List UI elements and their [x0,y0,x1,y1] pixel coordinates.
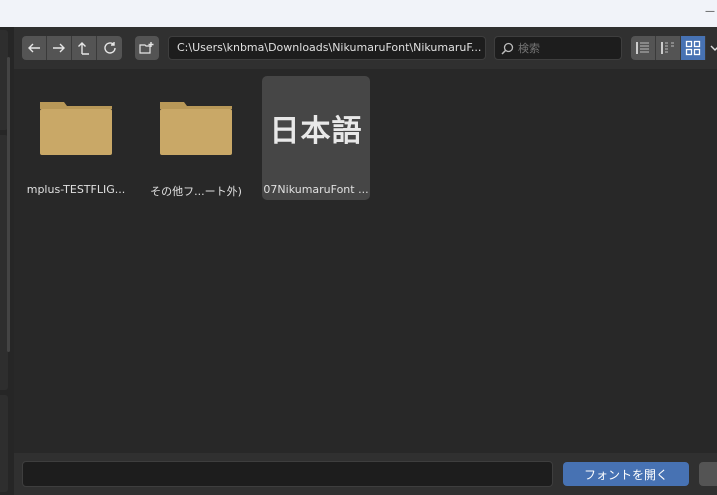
font-preview-text: 日本語 [269,114,363,149]
file-tile-font[interactable]: 日本語 07NikumaruFont ... [262,76,370,200]
file-label: mplus-TESTFLIG... [26,183,126,196]
search-icon [501,42,514,55]
arrow-left-icon [28,43,40,53]
navigation-button-group [22,36,122,60]
refresh-button[interactable] [97,36,122,60]
font-preview-thumbnail: 日本語 [262,76,370,180]
chevron-down-icon [710,45,717,51]
horizontal-list-icon [661,42,674,54]
horizontal-list-view-button[interactable] [656,36,681,60]
window-control-icon[interactable]: — [705,6,715,17]
file-browser-footer: フォントを開く [14,453,717,495]
display-settings-dropdown[interactable] [710,36,717,60]
file-label: 07NikumaruFont ... [263,183,369,196]
file-tile-folder[interactable]: その他フ...ート外) [142,76,250,200]
folder-icon [160,102,232,155]
forward-button[interactable] [47,36,72,60]
arrow-up-icon [78,42,89,55]
thumbnail-view-button[interactable] [681,36,706,60]
file-grid: mplus-TESTFLIG... その他フ...ート外) 日本語 07Niku… [14,69,717,453]
directory-path-field[interactable]: C:\Users\knbma\Downloads\NikumaruFont\Ni… [168,36,486,60]
back-button[interactable] [22,36,47,60]
arrow-right-icon [53,43,65,53]
filename-input[interactable] [23,462,552,486]
tile-thumbnail [22,76,130,180]
left-panel-scrollbar[interactable] [7,57,10,352]
cancel-button[interactable] [699,462,717,486]
left-panel-segment [0,395,8,492]
parent-directory-button[interactable] [72,36,97,60]
refresh-icon [103,42,116,54]
thumbnail-grid-icon [685,40,701,56]
new-folder-button[interactable] [135,36,159,60]
left-panel-edge [0,27,14,495]
file-tile-folder[interactable]: mplus-TESTFLIG... [22,76,130,200]
search-input[interactable] [518,41,613,55]
search-field[interactable] [494,36,622,60]
folder-icon [40,102,112,155]
tile-thumbnail [142,76,250,180]
vertical-list-view-button[interactable] [631,36,656,60]
window-titlebar: — [0,0,717,27]
new-folder-icon [139,42,154,54]
file-browser-toolbar: C:\Users\knbma\Downloads\NikumaruFont\Ni… [14,27,717,69]
display-mode-group [631,36,706,60]
file-label: その他フ...ート外) [150,185,242,198]
vertical-list-icon [636,42,649,54]
open-font-button[interactable]: フォントを開く [563,462,689,486]
filename-field[interactable] [22,461,553,487]
